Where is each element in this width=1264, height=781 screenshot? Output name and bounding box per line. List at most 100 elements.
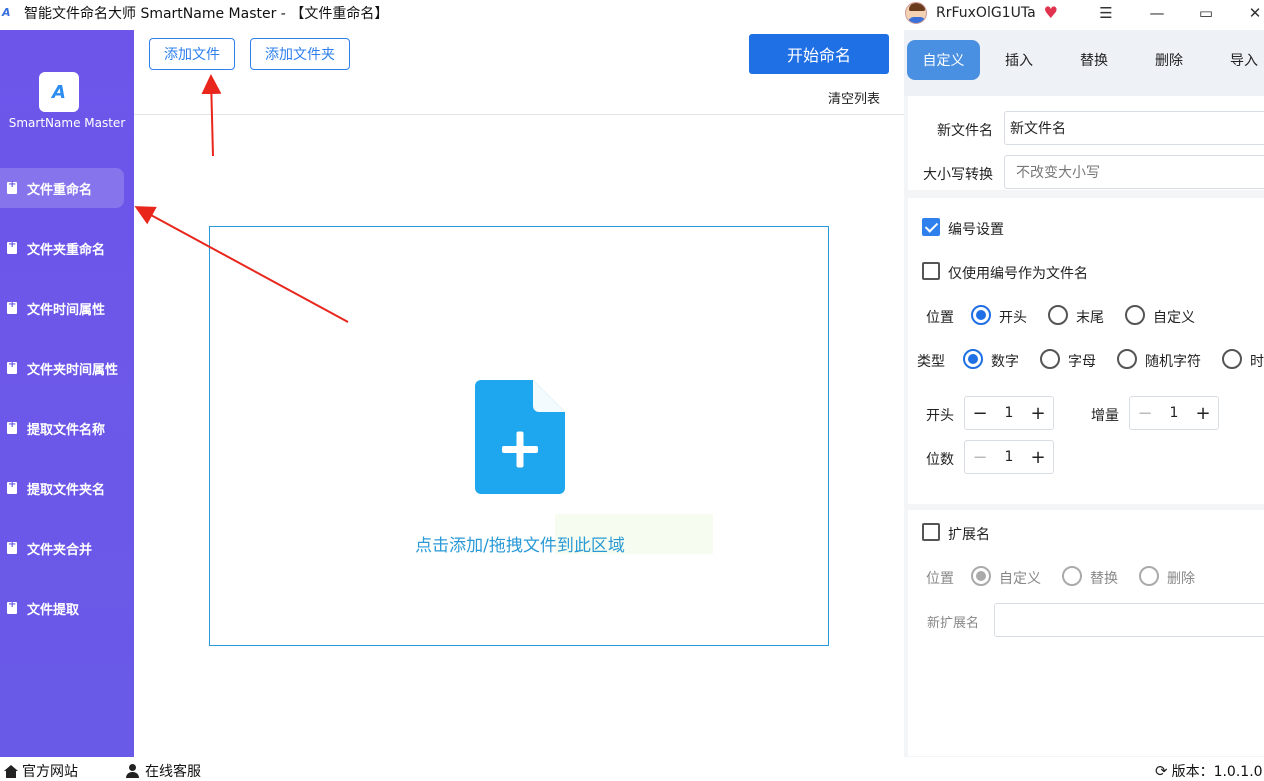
- position-label: 位置: [926, 310, 954, 326]
- title-bar: A 智能文件命名大师 SmartName Master - 【文件重命名】 Rr…: [0, 0, 1264, 25]
- type-random-label: 随机字符: [1145, 354, 1201, 370]
- toolbar-divider: [134, 114, 904, 115]
- numbering-checkbox[interactable]: [922, 218, 940, 236]
- extension-label: 扩展名: [948, 527, 990, 543]
- type-letter-radio[interactable]: [1040, 349, 1060, 369]
- file-icon: [7, 239, 17, 254]
- new-ext-input[interactable]: [994, 603, 1264, 637]
- tab-replace[interactable]: 替换: [1064, 40, 1124, 80]
- position-custom-radio[interactable]: [1125, 305, 1145, 325]
- file-icon: [7, 599, 17, 614]
- version-info: ⟳ 版本：1.0.1.0: [1155, 761, 1263, 781]
- digits-value[interactable]: 1: [1005, 449, 1014, 465]
- online-support-link[interactable]: 在线客服: [125, 761, 201, 781]
- type-number-label: 数字: [991, 354, 1019, 370]
- tab-custom[interactable]: 自定义: [907, 40, 980, 80]
- file-icon: [7, 179, 17, 194]
- digits-stepper[interactable]: − 1 +: [964, 440, 1054, 474]
- tab-delete[interactable]: 删除: [1139, 40, 1199, 80]
- nav-folder-merge[interactable]: 文件夹合并: [0, 528, 124, 568]
- window-title: 智能文件命名大师 SmartName Master - 【文件重命名】: [24, 5, 389, 22]
- file-icon: [7, 299, 17, 314]
- numbering-label: 编号设置: [948, 222, 1004, 238]
- ext-position-label: 位置: [926, 571, 954, 587]
- clear-list-button[interactable]: 清空列表: [828, 88, 880, 107]
- file-drop-zone[interactable]: 点击添加/拖拽文件到此区域: [209, 226, 829, 646]
- position-start-label: 开头: [999, 310, 1027, 326]
- official-website-link[interactable]: 官方网站: [4, 761, 78, 781]
- type-time-radio[interactable]: [1222, 349, 1242, 369]
- online-support-label[interactable]: 在线客服: [145, 761, 201, 781]
- ext-custom-label: 自定义: [999, 571, 1041, 587]
- increment-label: 增量: [1091, 408, 1119, 424]
- type-label: 类型: [917, 354, 945, 370]
- avatar[interactable]: [905, 1, 927, 24]
- sidebar: A SmartName Master: [0, 30, 134, 757]
- nav-folder-rename[interactable]: 文件夹重命名: [0, 228, 124, 268]
- home-icon: [4, 764, 18, 778]
- only-number-label: 仅使用编号作为文件名: [948, 266, 1088, 282]
- menu-icon[interactable]: ☰: [1091, 0, 1121, 25]
- file-icon: [7, 419, 17, 434]
- ext-delete-radio[interactable]: [1139, 566, 1159, 586]
- username[interactable]: RrFuxOlG1UTa: [936, 5, 1036, 21]
- sidebar-item-label: 文件重命名: [27, 182, 93, 198]
- close-icon[interactable]: ✕: [1240, 0, 1264, 25]
- type-time-label: 时: [1250, 354, 1264, 370]
- ext-delete-label: 删除: [1167, 571, 1195, 587]
- new-ext-label: 新扩展名: [927, 616, 980, 631]
- sidebar-item-label: 文件夹时间属性: [27, 362, 119, 378]
- position-end-radio[interactable]: [1048, 305, 1068, 325]
- plus-icon[interactable]: +: [1029, 403, 1047, 424]
- new-name-input[interactable]: 新文件名: [1004, 111, 1264, 145]
- extension-checkbox[interactable]: [922, 523, 940, 541]
- official-website-label[interactable]: 官方网站: [22, 761, 78, 781]
- type-letter-label: 字母: [1068, 354, 1096, 370]
- minimize-icon[interactable]: —: [1142, 0, 1172, 25]
- nav-file-time[interactable]: 文件时间属性: [0, 288, 124, 328]
- ext-replace-label: 替换: [1090, 571, 1118, 587]
- increment-value[interactable]: 1: [1170, 405, 1179, 421]
- only-number-checkbox[interactable]: [922, 262, 940, 280]
- start-label: 开头: [926, 408, 954, 424]
- settings-tabs: 自定义 插入 替换 删除 导入: [904, 30, 1264, 96]
- add-file-icon[interactable]: [475, 380, 565, 494]
- vip-heart-icon[interactable]: ♥: [1044, 3, 1058, 22]
- increment-stepper[interactable]: − 1 +: [1129, 396, 1219, 430]
- nav-file-rename[interactable]: 文件重命名: [0, 168, 124, 208]
- plus-icon[interactable]: +: [1194, 403, 1212, 424]
- status-bar: 官方网站 在线客服 ⟳ 版本：1.0.1.0: [0, 757, 1264, 781]
- file-icon: [7, 479, 17, 494]
- case-label: 大小写转换: [923, 167, 993, 183]
- drop-hint-text[interactable]: 点击添加/拖拽文件到此区域: [210, 531, 830, 556]
- minus-icon[interactable]: −: [1136, 403, 1154, 424]
- tab-import[interactable]: 导入: [1214, 40, 1264, 80]
- user-info[interactable]: RrFuxOlG1UTa ♥: [905, 0, 1058, 25]
- ext-replace-radio[interactable]: [1062, 566, 1082, 586]
- start-rename-button[interactable]: 开始命名: [749, 34, 889, 74]
- ext-custom-radio[interactable]: [971, 566, 991, 586]
- add-file-button[interactable]: 添加文件: [149, 38, 235, 70]
- sidebar-item-label: 提取文件夹名: [27, 482, 106, 498]
- start-stepper[interactable]: − 1 +: [964, 396, 1054, 430]
- add-folder-button[interactable]: 添加文件夹: [250, 38, 350, 70]
- start-value[interactable]: 1: [1005, 405, 1014, 421]
- type-random-radio[interactable]: [1117, 349, 1137, 369]
- new-name-label: 新文件名: [937, 123, 993, 139]
- position-end-label: 末尾: [1076, 310, 1104, 326]
- maximize-icon[interactable]: ▭: [1191, 0, 1221, 25]
- minus-icon[interactable]: −: [971, 403, 989, 424]
- nav-extract-foldername[interactable]: 提取文件夹名: [0, 468, 124, 508]
- nav-file-extract[interactable]: 文件提取: [0, 588, 124, 628]
- digits-label: 位数: [926, 452, 954, 468]
- type-number-radio[interactable]: [963, 349, 983, 369]
- position-start-radio[interactable]: [971, 305, 991, 325]
- case-select[interactable]: 不改变大小写: [1004, 155, 1264, 189]
- plus-icon[interactable]: +: [1029, 447, 1047, 468]
- app-logo-icon: A: [2, 6, 11, 19]
- sidebar-item-label: 文件夹重命名: [27, 242, 106, 258]
- nav-folder-time[interactable]: 文件夹时间属性: [0, 348, 124, 388]
- minus-icon[interactable]: −: [971, 447, 989, 468]
- tab-insert[interactable]: 插入: [989, 40, 1049, 80]
- nav-extract-filename[interactable]: 提取文件名称: [0, 408, 124, 448]
